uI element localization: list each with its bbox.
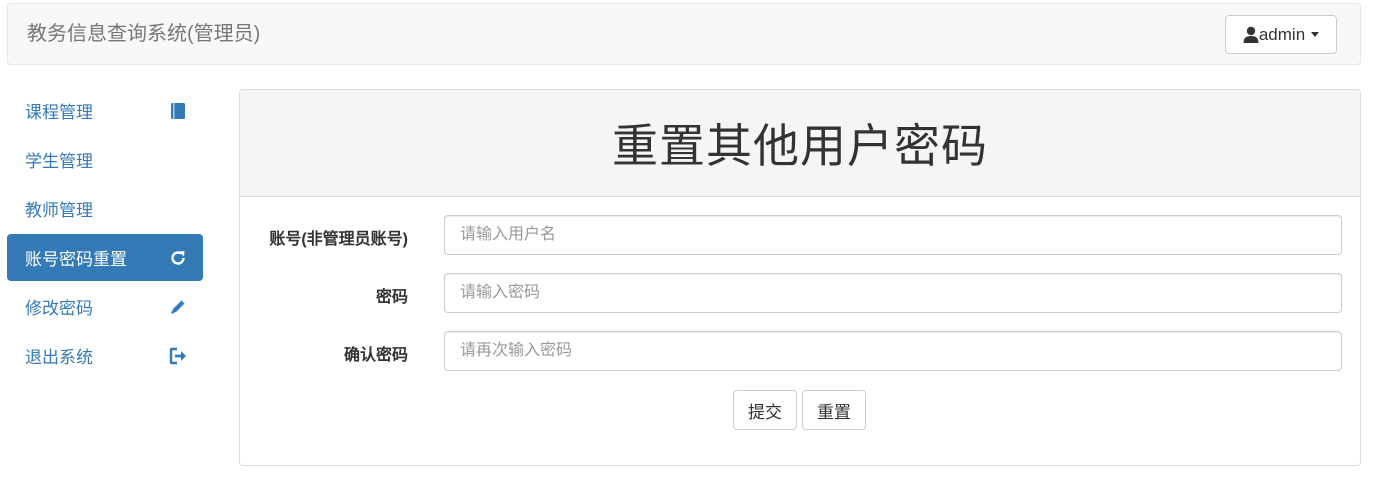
sidebar-item-logout[interactable]: 退出系统 — [7, 332, 203, 379]
password-input[interactable] — [444, 273, 1342, 313]
pencil-icon — [169, 298, 187, 316]
user-name: admin — [1258, 24, 1306, 44]
sidebar-item-label: 账号密码重置 — [25, 250, 127, 269]
username-input[interactable] — [444, 215, 1342, 255]
submit-button[interactable]: 提交 — [733, 390, 797, 430]
app-title[interactable]: 教务信息查询系统(管理员) — [27, 21, 260, 47]
top-navbar: 教务信息查询系统(管理员) admin — [7, 3, 1361, 65]
sidebar-item-password-reset[interactable]: 账号密码重置 — [7, 234, 203, 281]
sidebar-item-course-management[interactable]: 课程管理 — [7, 87, 203, 134]
reset-password-panel: 重置其他用户密码 账号(非管理员账号) 密码 确认密码 提交 重置 — [239, 89, 1361, 466]
sidebar: 课程管理 学生管理 教师管理 账号密码重置 修改密码 退出系统 — [7, 87, 203, 381]
reset-button[interactable]: 重置 — [802, 390, 866, 430]
form-row-confirm-password: 确认密码 — [240, 331, 1360, 371]
sidebar-item-label: 退出系统 — [25, 348, 93, 367]
form-row-password: 密码 — [240, 273, 1360, 313]
confirm-password-input[interactable] — [444, 331, 1342, 371]
user-menu-button[interactable]: admin — [1225, 15, 1337, 54]
sidebar-item-teacher-management[interactable]: 教师管理 — [7, 185, 203, 232]
book-icon — [169, 102, 187, 120]
sidebar-item-student-management[interactable]: 学生管理 — [7, 136, 203, 183]
caret-down-icon — [1311, 32, 1320, 37]
form-row-username: 账号(非管理员账号) — [240, 215, 1360, 255]
sidebar-item-label: 修改密码 — [25, 299, 93, 318]
sidebar-item-change-password[interactable]: 修改密码 — [7, 283, 203, 330]
confirm-password-label: 确认密码 — [343, 347, 408, 364]
panel-heading: 重置其他用户密码 — [240, 90, 1360, 197]
sidebar-item-label: 教师管理 — [25, 201, 93, 220]
password-label: 密码 — [375, 289, 408, 306]
logout-icon — [169, 347, 187, 365]
username-label: 账号(非管理员账号) — [269, 231, 408, 248]
sidebar-item-label: 课程管理 — [25, 103, 93, 122]
user-icon — [1243, 26, 1259, 43]
sidebar-item-label: 学生管理 — [25, 152, 93, 171]
refresh-icon — [169, 249, 187, 267]
page-title: 重置其他用户密码 — [612, 120, 988, 172]
